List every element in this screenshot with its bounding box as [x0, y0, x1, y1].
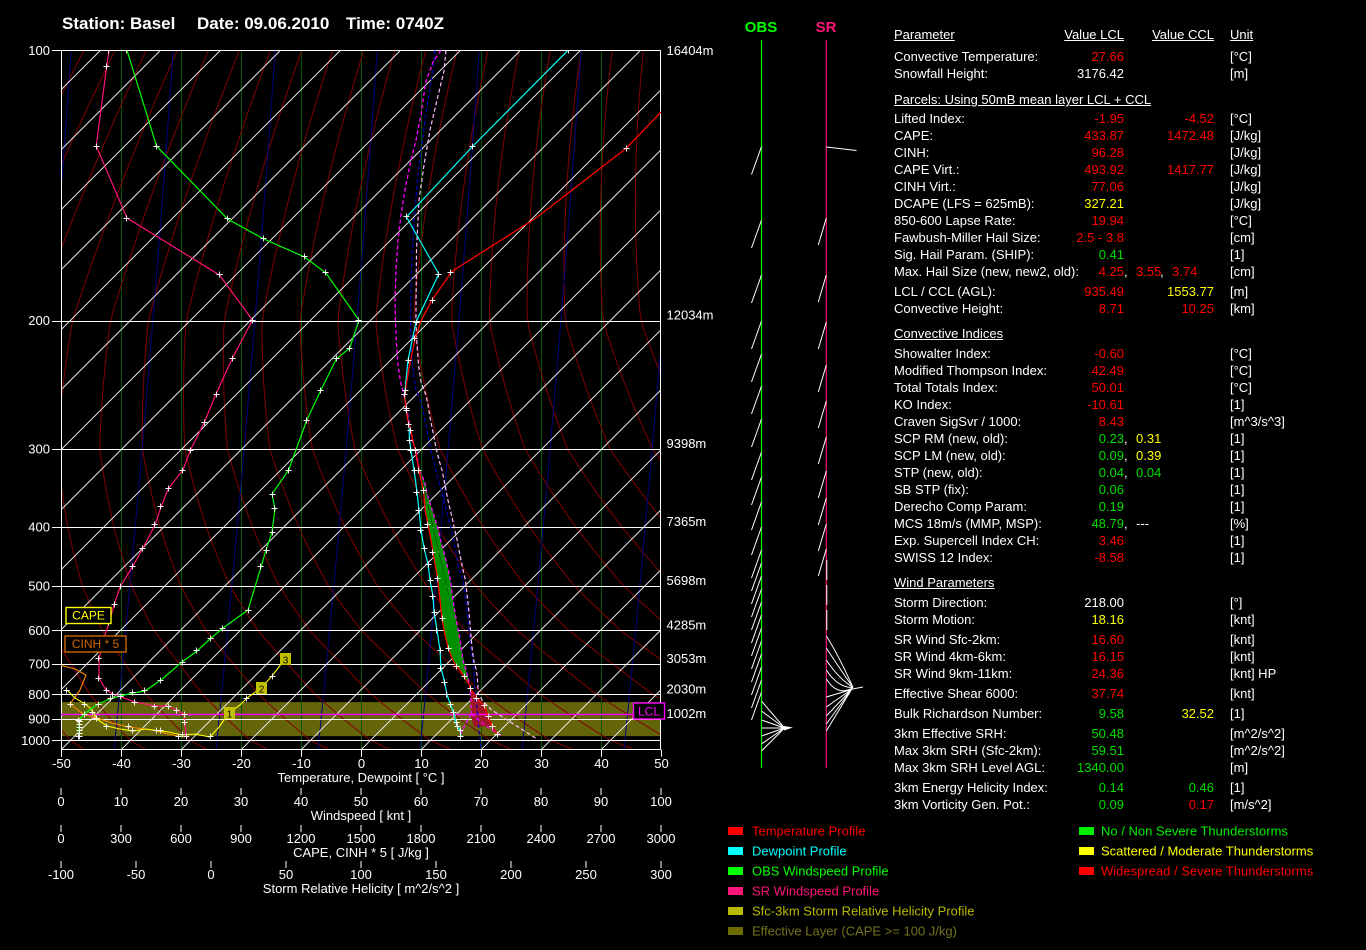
svg-text:3000: 3000: [647, 831, 676, 846]
svg-text:Effective Layer (CAPE >= 100 J: Effective Layer (CAPE >= 100 J/kg): [752, 924, 957, 939]
svg-text:800: 800: [28, 687, 50, 702]
svg-text:4285m: 4285m: [667, 617, 707, 632]
svg-text:80: 80: [534, 794, 548, 809]
svg-text:700: 700: [28, 657, 50, 672]
svg-text:20: 20: [174, 794, 188, 809]
svg-text:50: 50: [654, 756, 668, 771]
svg-text:LCL: LCL: [638, 705, 660, 719]
svg-text:0: 0: [207, 867, 214, 882]
svg-text:30: 30: [534, 756, 548, 771]
svg-text:10: 10: [114, 794, 128, 809]
svg-text:Widespread / Severe Thundersto: Widespread / Severe Thunderstorms: [1101, 864, 1314, 879]
svg-text:3: 3: [283, 656, 289, 667]
svg-text:Temperature, Dewpoint [ °C ]: Temperature, Dewpoint [ °C ]: [277, 770, 444, 785]
svg-text:40: 40: [294, 794, 308, 809]
svg-text:2: 2: [259, 685, 265, 696]
svg-text:OBS: OBS: [745, 19, 778, 36]
svg-text:1000: 1000: [21, 733, 50, 748]
svg-text:90: 90: [594, 794, 608, 809]
svg-text:7365m: 7365m: [667, 514, 707, 529]
svg-text:Sfc-3km Storm Relative Helicit: Sfc-3km Storm Relative Helicity Profile: [752, 904, 975, 919]
svg-text:16404m: 16404m: [667, 43, 714, 58]
svg-text:200: 200: [28, 313, 50, 328]
svg-text:150: 150: [425, 867, 447, 882]
svg-text:1500: 1500: [347, 831, 376, 846]
svg-text:60: 60: [414, 794, 428, 809]
svg-text:CAPE, CINH * 5 [ J/kg ]: CAPE, CINH * 5 [ J/kg ]: [293, 845, 429, 860]
svg-text:CAPE: CAPE: [72, 609, 105, 623]
svg-text:-10: -10: [292, 756, 311, 771]
svg-text:-100: -100: [48, 867, 74, 882]
svg-text:30: 30: [234, 794, 248, 809]
svg-text:-20: -20: [232, 756, 251, 771]
svg-text:2400: 2400: [527, 831, 556, 846]
svg-text:250: 250: [575, 867, 597, 882]
svg-text:OBS Windspeed Profile: OBS Windspeed Profile: [752, 864, 889, 879]
svg-text:0: 0: [57, 831, 64, 846]
svg-text:-30: -30: [172, 756, 191, 771]
svg-text:900: 900: [28, 711, 50, 726]
svg-text:600: 600: [170, 831, 192, 846]
svg-text:5698m: 5698m: [667, 573, 707, 588]
svg-text:-50: -50: [52, 756, 71, 771]
svg-text:300: 300: [650, 867, 672, 882]
svg-text:900: 900: [230, 831, 252, 846]
svg-text:600: 600: [28, 623, 50, 638]
svg-text:SR Windspeed Profile: SR Windspeed Profile: [752, 884, 879, 899]
svg-text:Storm Relative Helicity [ m^2: Storm Relative Helicity [ m^2/s^2 ]: [263, 881, 459, 896]
svg-text:300: 300: [28, 442, 50, 457]
svg-text:10: 10: [414, 756, 428, 771]
svg-text:0: 0: [57, 794, 64, 809]
svg-text:2100: 2100: [467, 831, 496, 846]
svg-text:300: 300: [110, 831, 132, 846]
svg-text:No / Non Severe Thunderstorms: No / Non Severe Thunderstorms: [1101, 824, 1288, 839]
svg-text:70: 70: [474, 794, 488, 809]
svg-text:200: 200: [500, 867, 522, 882]
svg-text:Dewpoint Profile: Dewpoint Profile: [752, 844, 847, 859]
svg-text:9398m: 9398m: [667, 436, 707, 451]
svg-text:SR: SR: [816, 19, 837, 36]
svg-text:100: 100: [650, 794, 672, 809]
svg-text:1002m: 1002m: [667, 706, 707, 721]
svg-text:0: 0: [358, 756, 365, 771]
svg-text:CINH * 5: CINH * 5: [72, 637, 120, 651]
svg-text:50: 50: [279, 867, 293, 882]
svg-text:2700: 2700: [587, 831, 616, 846]
svg-text:Windspeed [ knt ]: Windspeed [ knt ]: [311, 808, 411, 823]
svg-text:12034m: 12034m: [667, 308, 714, 323]
svg-text:20: 20: [474, 756, 488, 771]
svg-text:2030m: 2030m: [667, 681, 707, 696]
svg-text:1800: 1800: [407, 831, 436, 846]
svg-text:Scattered / Moderate Thunderst: Scattered / Moderate Thunderstorms: [1101, 844, 1314, 859]
svg-text:-50: -50: [127, 867, 146, 882]
svg-text:100: 100: [28, 43, 50, 58]
svg-text:Temperature Profile: Temperature Profile: [752, 824, 865, 839]
svg-text:3053m: 3053m: [667, 651, 707, 666]
svg-text:50: 50: [354, 794, 368, 809]
svg-text:40: 40: [594, 756, 608, 771]
svg-text:400: 400: [28, 520, 50, 535]
svg-text:-40: -40: [112, 756, 131, 771]
svg-text:100: 100: [350, 867, 372, 882]
svg-text:1: 1: [227, 710, 233, 721]
svg-text:1200: 1200: [287, 831, 316, 846]
svg-text:500: 500: [28, 579, 50, 594]
